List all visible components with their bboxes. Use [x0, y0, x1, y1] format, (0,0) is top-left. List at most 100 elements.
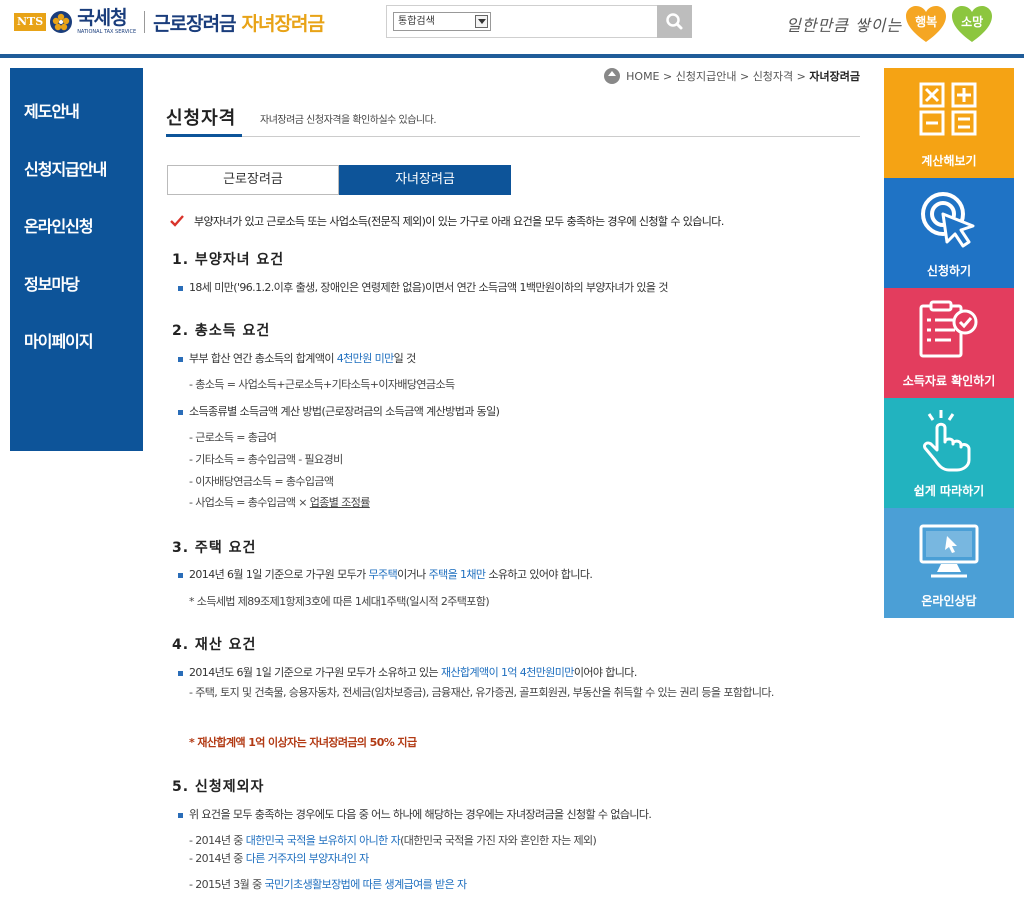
calculator-icon: [919, 82, 977, 136]
section-4-bullet-post: 이어야 합니다.: [573, 666, 638, 679]
lnb-item-mypage[interactable]: 마이페이지: [10, 328, 143, 386]
site-logo[interactable]: NTS 국세청 NATIONAL TAX SERVICE 근로장려금 자녀장려금: [14, 7, 325, 37]
section-2-detail-5-pre: - 사업소득 = 총수입금액 ×: [189, 496, 310, 509]
section-2-detail-2: - 근로소득 = 총급여: [189, 431, 277, 444]
search-icon: [666, 13, 683, 30]
intro-text: 부양자녀가 있고 근로소득 또는 사업소득(전문직 제외)이 있는 가구로 아래…: [194, 215, 724, 228]
incentive-tabs: 근로장려금 자녀장려금: [167, 165, 511, 195]
quick-menu: 계산해보기 신청하기 소득자료 확인하기 쉽게 따라하기 온라인상담: [884, 68, 1014, 618]
left-navigation: 제도안내 신청지급안내 온라인신청 정보마당 마이페이지: [10, 68, 143, 451]
lnb-item-info[interactable]: 정보마당: [10, 271, 143, 329]
quick-tutorial-button[interactable]: 쉽게 따라하기: [884, 398, 1014, 508]
section-2-bullet-2: 소득종류별 소득금액 계산 방법(근로장려금의 소득금액 계산방법과 동일): [178, 403, 500, 419]
page-description: 자녀장려금 신청자격을 확인하실수 있습니다.: [260, 115, 437, 126]
section-5-detail-3-pre: - 2015년 3월 중: [189, 878, 265, 891]
section-5-detail-1: - 2014년 중 대한민국 국적을 보유하지 아니한 자(대한민국 국적을 가…: [189, 832, 597, 848]
breadcrumb-item[interactable]: 신청자격: [753, 68, 793, 84]
section-2-title: 2. 총소득 요건: [172, 323, 271, 339]
tab-child-incentive[interactable]: 자녀장려금: [339, 165, 511, 195]
section-1-title: 1. 부양자녀 요건: [172, 252, 285, 268]
search-box: 통합검색: [386, 5, 692, 38]
eligibility-intro: 부양자녀가 있고 근로소득 또는 사업소득(전문직 제외)이 있는 가구로 아래…: [170, 213, 724, 229]
section-2-detail-5: - 사업소득 = 총수입금액 × 업종별 조정률: [189, 494, 370, 510]
quick-calculate-button[interactable]: 계산해보기: [884, 68, 1014, 178]
section-4-detail: - 주택, 토지 및 건축물, 승용자동차, 전세금(임차보증금), 금융재산,…: [189, 686, 774, 699]
section-1-bullet-text: 18세 미만('96.1.2.이후 출생, 장애인은 연령제한 없음)이면서 연…: [189, 281, 668, 294]
quick-income-check-label: 소득자료 확인하기: [902, 374, 996, 388]
lnb-item-online-application[interactable]: 온라인신청: [10, 213, 143, 271]
industry-adjustment-link[interactable]: 업종별 조정률: [310, 496, 371, 509]
section-5-detail-2-pre: - 2014년 중: [189, 852, 246, 865]
section-3-bullet-mid: 이거나: [397, 568, 429, 581]
lnb-item-system-guide[interactable]: 제도안내: [10, 98, 143, 156]
section-4-note: * 재산합계액 1억 이상자는 자녀장려금의 50% 지급: [189, 736, 417, 749]
section-2-bullet-1: 부부 합산 연간 총소득의 합계액이 4천만원 미만일 것: [178, 350, 416, 366]
section-3-bullet-pre: 2014년 6월 1일 기준으로 가구원 모두가: [189, 568, 369, 581]
breadcrumb-home[interactable]: HOME: [626, 70, 659, 83]
section-5-detail-2: - 2014년 중 다른 거주자의 부양자녀인 자: [189, 850, 369, 866]
section-3-title: 3. 주택 요건: [172, 540, 257, 556]
breadcrumb-separator: >: [739, 69, 750, 83]
section-5-bullet: 위 요건을 모두 충족하는 경우에도 다음 중 어느 하나에 해당하는 경우에는…: [178, 806, 652, 822]
section-2-highlight: 4천만원 미만: [336, 352, 395, 365]
slogan-text: 일한만큼 쌓이는: [786, 16, 903, 35]
quick-calculate-label: 계산해보기: [921, 154, 977, 168]
hand-tap-icon: [923, 410, 971, 472]
heart-label-1: 행복: [915, 15, 938, 29]
quick-consult-button[interactable]: 온라인상담: [884, 508, 1014, 618]
page-title: 신청자격: [166, 104, 243, 137]
agency-name: 국세청 NATIONAL TAX SERVICE: [77, 9, 136, 35]
breadcrumb-current: 자녀장려금: [809, 70, 860, 83]
search-button[interactable]: [657, 5, 692, 38]
section-3-note: * 소득세법 제89조제1항제3호에 따른 1세대1주택(일시적 2주택포함): [189, 595, 490, 608]
section-5-highlight-1: 대한민국 국적을 보유하지 아니한 자: [245, 834, 401, 847]
section-5-detail-3: - 2015년 3월 중 국민기초생활보장법에 따른 생계급여를 받은 자: [189, 876, 467, 892]
section-4-bullet-pre: 2014년도 6월 1일 기준으로 가구원 모두가 소유하고 있는: [189, 666, 441, 679]
site-header: NTS 국세청 NATIONAL TAX SERVICE 근로장려금 자녀장려금…: [0, 0, 1024, 58]
search-scope-value: 통합검색: [398, 16, 435, 27]
monitor-icon: [919, 524, 979, 578]
slogan-banner: 일한만큼 쌓이는 행복 소망: [786, 6, 994, 42]
agency-name-en: NATIONAL TAX SERVICE: [77, 29, 137, 35]
section-2-detail-4: - 이자배당연금소득 = 총수입금액: [189, 475, 334, 488]
nts-badge: NTS: [14, 13, 47, 31]
section-2-detail-3: - 기타소득 = 총수입금액 - 필요경비: [189, 453, 343, 466]
section-2-detail-1: - 총소득 = 사업소득+근로소득+기타소득+이자배당연금소득: [189, 378, 455, 391]
quick-apply-label: 신청하기: [926, 264, 972, 278]
section-2-bullet-1-pre: 부부 합산 연간 총소득의 합계액이: [189, 352, 337, 365]
breadcrumb-separator: >: [663, 69, 673, 83]
heart-happiness: 행복: [904, 4, 948, 44]
section-2-bullet-2-text: 소득종류별 소득금액 계산 방법(근로장려금의 소득금액 계산방법과 동일): [189, 405, 500, 418]
section-4-highlight: 재산합계액이 1억 4천만원미만: [440, 666, 574, 679]
heart-hope: 소망: [950, 4, 994, 44]
section-4-bullet: 2014년도 6월 1일 기준으로 가구원 모두가 소유하고 있는 재산합계액이…: [178, 664, 637, 680]
section-5-detail-1-post: (대한민국 국적을 가진 자와 혼인한 자는 제외): [400, 834, 597, 847]
search-input[interactable]: [497, 7, 657, 36]
quick-tutorial-label: 쉽게 따라하기: [913, 484, 985, 498]
section-5-detail-1-pre: - 2014년 중: [189, 834, 246, 847]
click-cursor-icon: [921, 192, 975, 248]
quick-income-check-button[interactable]: 소득자료 확인하기: [884, 288, 1014, 398]
section-5-highlight-3: 국민기초생활보장법에 따른 생계급여를 받은 자: [264, 878, 468, 891]
section-5-highlight-2: 다른 거주자의 부양자녀인 자: [245, 852, 370, 865]
heart-label-2: 소망: [961, 15, 984, 29]
quick-apply-button[interactable]: 신청하기: [884, 178, 1014, 288]
section-3-bullet-post: 소유하고 있어야 합니다.: [485, 568, 593, 581]
breadcrumb: HOME > 신청지급안내 > 신청자격 > 자녀장려금: [604, 68, 860, 84]
chevron-down-icon[interactable]: [475, 15, 488, 28]
breadcrumb-separator: >: [796, 69, 806, 83]
section-5-title: 5. 신청제외자: [172, 779, 265, 795]
search-scope-select[interactable]: 통합검색: [393, 12, 491, 31]
section-3-highlight-2: 주택을 1채만: [428, 568, 487, 581]
site-name-child-incentive: 자녀장려금: [241, 12, 325, 35]
section-3-highlight-1: 무주택: [368, 568, 398, 581]
section-4-title: 4. 재산 요건: [172, 637, 257, 653]
checklist-icon: [919, 300, 978, 358]
section-5-bullet-text: 위 요건을 모두 충족하는 경우에도 다음 중 어느 하나에 해당하는 경우에는…: [189, 808, 652, 821]
breadcrumb-item[interactable]: 신청지급안내: [676, 68, 737, 84]
section-1-bullet: 18세 미만('96.1.2.이후 출생, 장애인은 연령제한 없음)이면서 연…: [178, 279, 668, 295]
lnb-item-application-guide[interactable]: 신청지급안내: [10, 156, 143, 214]
section-3-bullet: 2014년 6월 1일 기준으로 가구원 모두가 무주택이거나 주택을 1채만 …: [178, 566, 593, 582]
page-header: 신청자격 자녀장려금 신청자격을 확인하실수 있습니다.: [166, 104, 860, 137]
tab-work-incentive[interactable]: 근로장려금: [167, 165, 339, 195]
